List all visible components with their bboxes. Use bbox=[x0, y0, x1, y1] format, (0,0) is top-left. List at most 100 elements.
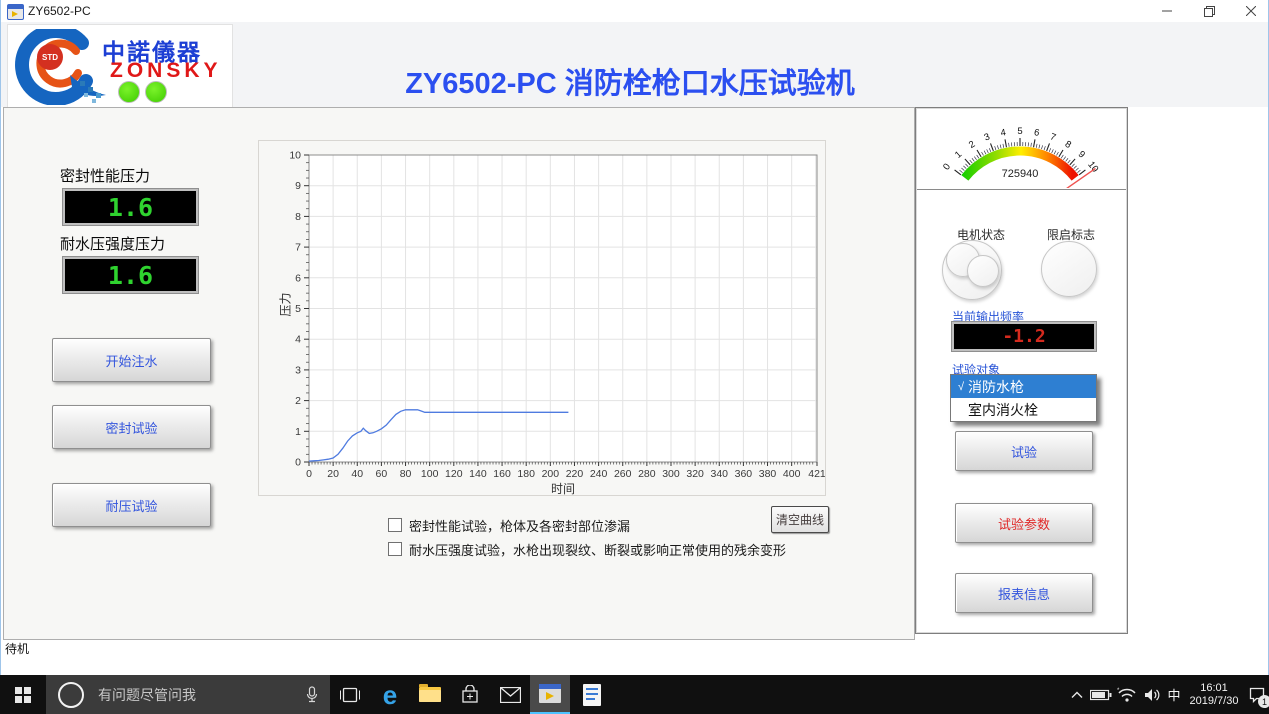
strength-pressure-value: 1.6 bbox=[108, 261, 153, 290]
svg-text:6: 6 bbox=[1033, 127, 1040, 139]
logo-english-name: ZONSKY bbox=[110, 59, 222, 83]
strength-result-checkbox-row: 耐水压强度试验，水枪出现裂纹、断裂或影响正常使用的残余变形 bbox=[388, 540, 786, 558]
pressure-test-button[interactable]: 耐压试验 bbox=[52, 483, 211, 527]
start-fill-water-button[interactable]: 开始注水 bbox=[52, 338, 211, 382]
report-info-button[interactable]: 报表信息 bbox=[955, 573, 1093, 613]
store-button[interactable] bbox=[450, 675, 490, 714]
wps-writer-button[interactable] bbox=[572, 675, 612, 714]
labview-icon bbox=[539, 684, 561, 703]
taskbar-search[interactable]: 有问题尽管问我 bbox=[46, 675, 330, 714]
start-button[interactable] bbox=[0, 675, 46, 714]
svg-text:3: 3 bbox=[295, 364, 301, 376]
svg-text:5: 5 bbox=[295, 303, 301, 315]
task-view-icon bbox=[340, 687, 360, 703]
motor-indicator-circle bbox=[967, 255, 999, 287]
task-view-button[interactable] bbox=[330, 675, 370, 714]
mail-button[interactable] bbox=[490, 675, 530, 714]
application-window: ZY6502-PC STD bbox=[0, 0, 1269, 714]
svg-text:120: 120 bbox=[445, 468, 463, 480]
tray-clock[interactable]: 16:01 2019/7/30 bbox=[1186, 675, 1242, 714]
svg-text:7: 7 bbox=[295, 242, 301, 254]
seal-result-checkbox[interactable] bbox=[388, 518, 402, 532]
svg-text:320: 320 bbox=[686, 468, 704, 480]
restore-icon bbox=[1204, 6, 1215, 17]
svg-text:10: 10 bbox=[1085, 159, 1100, 174]
chart-plot: 0123456789100204060801001201401601802002… bbox=[259, 141, 825, 495]
status-text: 待机 bbox=[5, 640, 29, 657]
close-icon bbox=[1246, 6, 1256, 16]
clear-curve-button[interactable]: 清空曲线 bbox=[771, 506, 829, 533]
edge-browser-button[interactable]: e bbox=[370, 675, 410, 714]
svg-text:60: 60 bbox=[376, 468, 388, 480]
logo-green-dot bbox=[118, 81, 140, 103]
svg-text:时间: 时间 bbox=[551, 482, 575, 495]
svg-text:20: 20 bbox=[327, 468, 339, 480]
clock-time: 16:01 bbox=[1200, 682, 1228, 695]
svg-text:5: 5 bbox=[1017, 126, 1022, 137]
pressure-gauge: 012345678910725940 bbox=[917, 109, 1126, 190]
action-center-button[interactable]: 1 bbox=[1244, 675, 1269, 714]
dropdown-option-indoor-hydrant[interactable]: 室内消火栓 bbox=[951, 398, 1096, 421]
minimize-button[interactable] bbox=[1150, 0, 1184, 22]
svg-text:240: 240 bbox=[590, 468, 608, 480]
svg-text:200: 200 bbox=[542, 468, 560, 480]
search-placeholder: 有问题尽管问我 bbox=[98, 685, 306, 705]
store-bag-icon bbox=[460, 685, 480, 705]
tray-battery[interactable] bbox=[1088, 675, 1114, 714]
output-frequency-display: -1.2 bbox=[951, 321, 1097, 352]
test-button[interactable]: 试验 bbox=[955, 431, 1093, 471]
svg-text:4: 4 bbox=[295, 334, 301, 346]
svg-text:4: 4 bbox=[1000, 127, 1007, 139]
seal-pressure-display: 1.6 bbox=[62, 188, 199, 226]
tray-wifi[interactable]: * bbox=[1114, 675, 1140, 714]
tray-volume[interactable] bbox=[1140, 675, 1164, 714]
seal-test-button[interactable]: 密封试验 bbox=[52, 405, 211, 449]
svg-text:80: 80 bbox=[400, 468, 412, 480]
svg-text:0: 0 bbox=[295, 457, 301, 469]
test-object-dropdown: √ 消防水枪 室内消火栓 bbox=[950, 374, 1097, 422]
svg-text:400: 400 bbox=[783, 468, 801, 480]
page-title: ZY6502-PC 消防栓枪口水压试验机 bbox=[320, 60, 940, 102]
svg-text:421: 421 bbox=[808, 468, 825, 480]
company-logo: STD 中諾儀器 ZONSKY bbox=[7, 24, 233, 108]
header: STD 中諾儀器 ZONSKY ZY6502-PC 消防栓枪口水压试验机 bbox=[0, 22, 1269, 107]
pressure-time-chart: 0123456789100204060801001201401601802002… bbox=[258, 140, 826, 496]
labview-app-button-active[interactable] bbox=[530, 675, 570, 714]
svg-text:2: 2 bbox=[295, 395, 301, 407]
wifi-icon: * bbox=[1117, 687, 1137, 702]
dropdown-option-fire-water-gun[interactable]: √ 消防水枪 bbox=[951, 375, 1096, 398]
svg-text:100: 100 bbox=[421, 468, 439, 480]
svg-text:280: 280 bbox=[638, 468, 656, 480]
dropdown-option-label: 室内消火栓 bbox=[968, 400, 1038, 420]
window-border bbox=[0, 0, 1, 675]
seal-pressure-value: 1.6 bbox=[108, 193, 153, 222]
output-frequency-value: -1.2 bbox=[1002, 326, 1045, 347]
speaker-icon bbox=[1144, 688, 1161, 702]
test-parameters-button[interactable]: 试验参数 bbox=[955, 503, 1093, 543]
svg-text:3: 3 bbox=[983, 131, 992, 143]
tray-expand-button[interactable] bbox=[1066, 675, 1088, 714]
seal-pressure-label: 密封性能压力 bbox=[60, 165, 150, 186]
file-explorer-button[interactable] bbox=[410, 675, 450, 714]
svg-text:8: 8 bbox=[295, 211, 301, 223]
svg-text:140: 140 bbox=[469, 468, 487, 480]
title-bar: ZY6502-PC bbox=[0, 0, 1269, 23]
svg-text:725940: 725940 bbox=[1002, 168, 1039, 180]
restore-button[interactable] bbox=[1192, 0, 1226, 22]
dropdown-option-label: 消防水枪 bbox=[968, 377, 1024, 397]
svg-text:360: 360 bbox=[735, 468, 753, 480]
control-panel: 012345678910725940 电机状态 限启标志 当前输出频率 -1.2… bbox=[915, 107, 1128, 634]
document-icon bbox=[583, 684, 601, 706]
tray-ime-indicator[interactable]: 中 bbox=[1164, 675, 1184, 714]
strength-pressure-display: 1.6 bbox=[62, 256, 199, 294]
minimize-icon bbox=[1162, 6, 1172, 16]
strength-result-checkbox[interactable] bbox=[388, 542, 402, 556]
folder-icon bbox=[419, 687, 441, 702]
envelope-icon bbox=[500, 687, 521, 703]
svg-text:260: 260 bbox=[614, 468, 632, 480]
check-icon: √ bbox=[954, 381, 968, 393]
limit-flag-indicator bbox=[1041, 241, 1097, 297]
close-button[interactable] bbox=[1234, 0, 1268, 22]
svg-text:160: 160 bbox=[493, 468, 511, 480]
microphone-icon[interactable] bbox=[306, 686, 318, 704]
